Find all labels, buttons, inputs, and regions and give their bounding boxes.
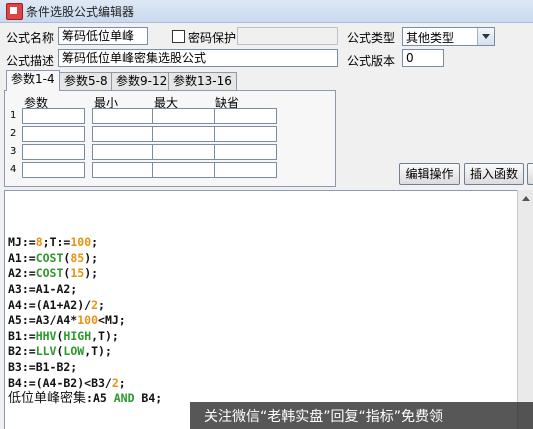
more-button[interactable] [527, 163, 533, 185]
code-token: B4:=(A4-B2)<B3/ [8, 375, 112, 390]
code-number: 8 [35, 235, 43, 250]
code-function: COST [35, 266, 64, 281]
code-line: A4:=(A1+A2)/2; [8, 298, 162, 314]
code-line: B3:=B1-B2; [8, 360, 162, 376]
param-name-input[interactable] [22, 162, 85, 178]
insert-function-button[interactable]: 插入函数 [464, 163, 524, 185]
password-checkbox[interactable] [172, 30, 185, 43]
code-line: B2:=LLV(LOW,T); [8, 344, 162, 360]
formula-type-select[interactable]: 其他类型 [402, 27, 495, 46]
code-token: ,T); [84, 344, 112, 359]
code-line-final: 低位单峰密集:A5 AND B4; [8, 391, 162, 407]
code-line: A3:=A1-A2; [8, 282, 162, 298]
code-function: HHV [35, 328, 57, 343]
code-token: B1:= [8, 328, 36, 343]
code-token: ; [91, 235, 99, 250]
code-token: B3:=B1-B2; [8, 359, 78, 374]
watermark-text: 关注微信“老韩实盘”回复“指标”免费领 [204, 409, 444, 425]
code-token: B2:= [8, 344, 36, 359]
password-input[interactable] [237, 27, 338, 45]
param-row-label: 4 [10, 164, 17, 175]
edit-operations-button[interactable]: 编辑操作 [399, 163, 460, 185]
param-min-input[interactable] [92, 144, 155, 160]
code-token: A3:=A1-A2; [8, 281, 78, 296]
param-default-input[interactable] [214, 126, 277, 142]
code-cjk: 低位单峰密集 [8, 391, 87, 407]
code-token: <MJ; [98, 313, 126, 328]
formula-name-input[interactable]: 筹码低位单峰 [58, 27, 148, 45]
param-row-label: 1 [10, 110, 17, 121]
code-number: 100 [70, 235, 92, 250]
code-line: B4:=(A4-B2)<B3/2; [8, 376, 162, 392]
code-token: ); [84, 266, 99, 281]
code-number: 2 [91, 297, 99, 312]
code-line: A1:=COST(85); [8, 251, 162, 267]
tab-params-13-16[interactable]: 参数13-16 [168, 72, 237, 90]
param-default-input[interactable] [214, 144, 277, 160]
param-max-input[interactable] [152, 108, 215, 124]
code-line: A2:=COST(15); [8, 266, 162, 282]
code-token: ,T); [91, 328, 119, 343]
code-token: A5:=A3/A4* [8, 313, 78, 328]
code-token: ); [84, 250, 99, 265]
param-row-label: 3 [10, 146, 17, 157]
tab-params-1-4[interactable]: 参数1-4 [6, 70, 60, 91]
param-min-input[interactable] [92, 162, 155, 178]
app-icon [6, 3, 23, 20]
watermark: 关注微信“老韩实盘”回复“指标”免费领 [190, 402, 533, 429]
param-row-label: 2 [10, 128, 17, 139]
code-token: B4; [134, 391, 163, 406]
code-function: LLV [35, 344, 57, 359]
code-token: MJ:= [8, 235, 36, 250]
code-function: HIGH [63, 328, 92, 343]
formula-version-input[interactable]: 0 [402, 49, 444, 67]
formula-desc-label: 公式描述 [6, 54, 55, 68]
param-name-input[interactable] [22, 126, 85, 142]
param-min-input[interactable] [92, 126, 155, 142]
code-line: MJ:=8;T:=100; [8, 235, 162, 251]
formula-code: MJ:=8;T:=100; A1:=COST(85); A2:=COST(15); A… [8, 204, 162, 429]
code-token: A1:= [8, 250, 36, 265]
code-token: ;T:= [42, 235, 71, 250]
formula-version-label: 公式版本 [347, 54, 396, 68]
formula-type-label: 公式类型 [347, 31, 396, 45]
editor-scrollbar[interactable] [517, 190, 533, 429]
code-token: ; [118, 375, 126, 390]
formula-type-value: 其他类型 [406, 31, 455, 45]
chevron-down-icon[interactable] [477, 28, 494, 45]
code-token: A2:= [8, 266, 36, 281]
formula-name-label: 公式名称 [6, 31, 55, 45]
param-max-input[interactable] [152, 126, 215, 142]
code-number: 15 [70, 266, 85, 281]
code-line: B1:=HHV(HIGH,T); [8, 329, 162, 345]
code-line: A5:=A3/A4*100<MJ; [8, 313, 162, 329]
param-max-input[interactable] [152, 162, 215, 178]
tab-params-5-8[interactable]: 参数5-8 [59, 72, 113, 90]
scroll-up-icon[interactable] [518, 190, 533, 206]
formula-editor[interactable]: MJ:=8;T:=100; A1:=COST(85); A2:=COST(15); A… [4, 190, 518, 429]
code-keyword: AND [113, 391, 135, 406]
param-name-input[interactable] [22, 108, 85, 124]
formula-desc-input[interactable]: 筹码低位单峰密集选股公式 [58, 49, 338, 67]
code-token: :A5 [86, 391, 114, 406]
param-name-input[interactable] [22, 144, 85, 160]
code-function: COST [35, 250, 64, 265]
code-number: 85 [70, 250, 85, 265]
code-number: 100 [77, 313, 99, 328]
code-function: LOW [63, 344, 85, 359]
code-token: A4:=(A1+A2)/ [8, 297, 92, 312]
title-bar: 条件选股公式编辑器 [0, 0, 533, 23]
code-number: 2 [111, 375, 119, 390]
param-default-input[interactable] [214, 108, 277, 124]
param-min-input[interactable] [92, 108, 155, 124]
param-default-input[interactable] [214, 162, 277, 178]
param-max-input[interactable] [152, 144, 215, 160]
tab-params-9-12[interactable]: 参数9-12 [111, 72, 173, 90]
code-token: ; [98, 297, 105, 312]
window-title: 条件选股公式编辑器 [26, 5, 135, 19]
password-label: 密码保护 [188, 31, 237, 45]
